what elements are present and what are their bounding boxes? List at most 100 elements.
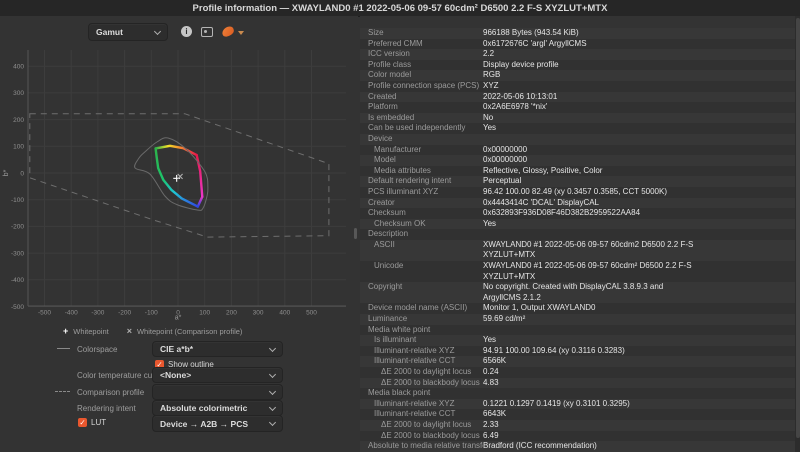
lut-checkbox[interactable] (78, 418, 87, 427)
view-selector-dropdown[interactable]: Gamut (88, 23, 168, 41)
scrollbar-track[interactable] (795, 16, 800, 452)
legend-whitepoint-label: Whitepoint (73, 326, 109, 336)
window-title: Profile information — XWAYLAND0 #1 2022-… (192, 2, 608, 14)
property-label: Copyright (368, 282, 403, 292)
property-value: XWAYLAND0 #1 2022-05-06 09-57 60cdm² D65… (483, 261, 692, 281)
svg-text:500: 500 (306, 310, 317, 317)
property-value: 6566K (483, 356, 507, 366)
rendering-intent-dropdown[interactable]: Absolute colorimetric (152, 400, 283, 416)
property-value: No copyright. Created with DisplayCAL 3.… (483, 282, 664, 302)
property-value: 0x00000000 (483, 155, 528, 165)
property-label: Luminance (368, 314, 408, 324)
property-value: 966188 Bytes (943.54 KiB) (483, 28, 579, 37)
comparison-profile-dropdown[interactable] (152, 384, 283, 400)
svg-text:200: 200 (226, 310, 237, 317)
svg-text:-500: -500 (38, 310, 51, 317)
colorspace-line-icon (57, 348, 70, 349)
property-value: XYZ (483, 80, 499, 90)
property-label: Can be used independently (368, 123, 466, 133)
plot-legend: + Whitepoint × Whitepoint (Comparison pr… (63, 326, 242, 336)
colorspace-dropdown[interactable]: CIE a*b* (152, 341, 283, 357)
svg-text:-400: -400 (65, 310, 78, 317)
table-row: Absolute to media relative transformBrad… (360, 441, 800, 452)
table-row: Illuminant-relative CCT 6643K (360, 409, 800, 420)
scrollbar-thumb[interactable] (795, 18, 800, 438)
comparison-line-icon (55, 391, 70, 392)
color-temperature-curve-dropdown[interactable]: <None> (152, 367, 283, 383)
property-value: Yes (483, 123, 497, 133)
property-label: Platform (368, 102, 398, 112)
theme-color-dropdown-button[interactable] (238, 31, 244, 35)
property-label: Device model name (ASCII) (368, 303, 468, 313)
table-row: Copyright No copyright. Created with Disp… (360, 282, 800, 304)
save-image-button[interactable] (201, 27, 213, 37)
colorspace-label: Colorspace (77, 345, 118, 354)
svg-text:200: 200 (13, 117, 24, 124)
property-label: Description (368, 229, 409, 239)
table-row: Illuminant-relative CCT 6566K (360, 356, 800, 367)
property-label: ΔE 2000 to blackbody locus (381, 430, 480, 440)
chevron-down-icon (268, 387, 277, 395)
table-row: Profile class Display device profile (360, 59, 800, 71)
table-row: ASCII XWAYLAND0 #1 2022-05-06 09-57 60cdm… (360, 239, 800, 262)
property-label: Media attributes (374, 165, 431, 175)
property-value: Perceptual (483, 176, 522, 186)
property-label: Absolute to media relative transform (368, 441, 483, 451)
table-row: Unicode XWAYLAND0 #1 2022-05-06 09-57 60c… (360, 261, 800, 283)
property-value: 6643K (483, 409, 507, 419)
property-label: Preferred CMM (368, 38, 423, 48)
table-row: ΔE 2000 to daylight locus 0.24 (360, 367, 800, 378)
svg-text:-200: -200 (11, 224, 24, 231)
svg-text:100: 100 (13, 144, 24, 151)
property-value: 0x2A6E6978 '*nix' (483, 102, 548, 112)
property-label: Illuminant-relative CCT (374, 356, 456, 366)
table-row: Description (360, 229, 800, 240)
table-row: PCS illuminant XYZ 96.42 100.00 82.49 (xy… (360, 186, 800, 198)
table-row: Media black point (360, 388, 800, 399)
property-value: 0x6172676C 'argl' ArgyllCMS (483, 38, 587, 48)
lut-transform-dropdown[interactable]: Device → A2B → PCS (152, 415, 283, 432)
pane-splitter-handle[interactable] (354, 228, 357, 239)
property-label: ICC version (368, 49, 410, 59)
table-row: Color model RGB (360, 70, 800, 81)
table-row: Is illuminant Yes (360, 335, 800, 346)
property-value: XWAYLAND0 #1 2022-05-06 09-57 60cdm2 D65… (483, 239, 694, 260)
info-button[interactable] (181, 26, 192, 37)
property-value (483, 388, 800, 399)
table-row: Luminance 59.69 cd/m² (360, 314, 800, 325)
property-label: Illuminant-relative XYZ (374, 345, 455, 355)
property-label: ΔE 2000 to daylight locus (381, 419, 472, 429)
svg-text:-400: -400 (11, 277, 24, 284)
lut-label: LUT (91, 418, 107, 427)
svg-text:400: 400 (13, 64, 24, 71)
table-row: Device model name (ASCII) Monitor 1, Outp… (360, 303, 800, 315)
svg-text:-100: -100 (145, 310, 158, 317)
property-value: Display device profile (483, 59, 559, 69)
property-value (483, 325, 800, 336)
property-value (483, 134, 800, 145)
whitepoint-marker-icon: + (63, 326, 69, 336)
window-titlebar[interactable]: Profile information — XWAYLAND0 #1 2022-… (0, 0, 800, 17)
property-label: ΔE 2000 to daylight locus (381, 367, 472, 376)
property-value (483, 229, 800, 240)
svg-text:-100: -100 (11, 197, 24, 204)
chevron-down-icon (268, 403, 277, 411)
table-row: ΔE 2000 to blackbody locus 6.49 (360, 430, 800, 442)
gamut-plot[interactable]: 400 300 200 100 0 -100 -200 -300 -400 -500 -500 -40… (0, 46, 356, 320)
theme-color-button[interactable] (220, 25, 236, 38)
table-row: ΔE 2000 to daylight locus 2.33 (360, 419, 800, 431)
table-row: ΔE 2000 to blackbody locus 4.83 (360, 377, 800, 389)
property-label: Default rendering intent (368, 176, 452, 186)
svg-text:100: 100 (199, 310, 210, 317)
table-row: Illuminant-relative XYZ 0.1221 0.1297 0.1… (360, 398, 800, 410)
table-row: Creator 0x4443414C 'DCAL' DisplayCAL (360, 197, 800, 209)
table-row: Checksum OK Yes (360, 218, 800, 230)
property-value: 2.2 (483, 49, 495, 59)
property-value: RGB (483, 70, 501, 80)
svg-text:300: 300 (13, 90, 24, 97)
svg-text:400: 400 (279, 310, 290, 317)
chevron-down-icon (238, 31, 244, 35)
table-row: Default rendering intent Perceptual (360, 176, 800, 187)
property-label: Model (374, 155, 396, 165)
property-value: 4.83 (483, 377, 499, 387)
